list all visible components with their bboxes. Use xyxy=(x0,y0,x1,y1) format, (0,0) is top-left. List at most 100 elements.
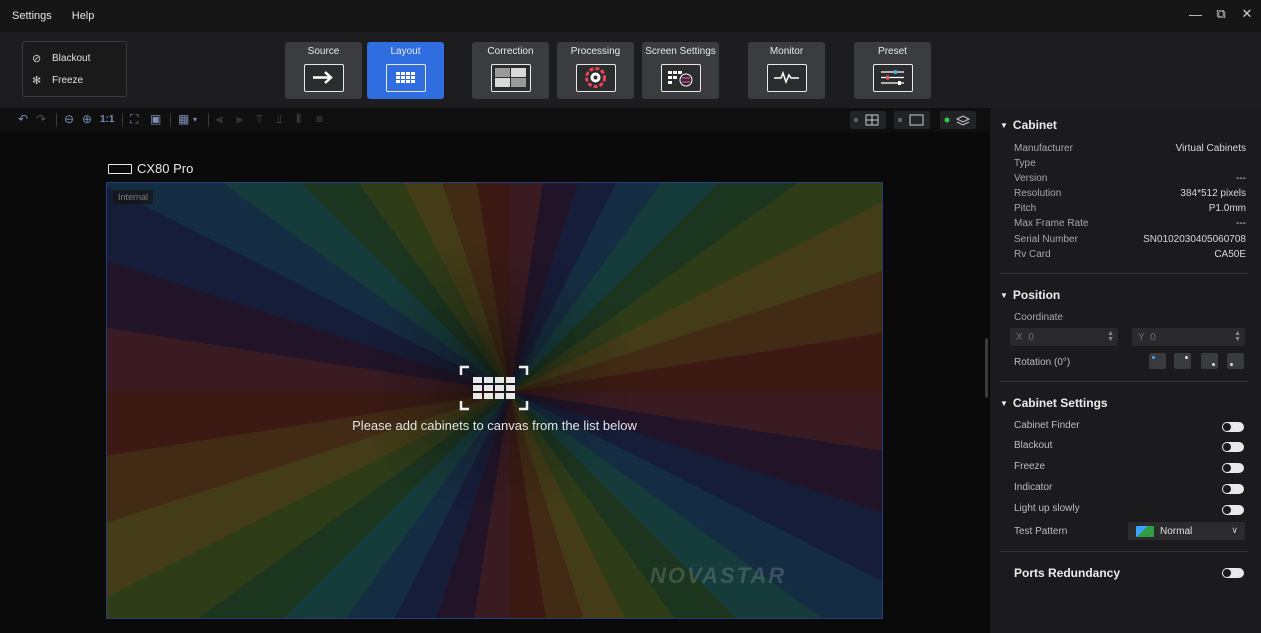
rotation-270-button[interactable] xyxy=(1227,353,1244,369)
blackout-label: Blackout xyxy=(52,52,91,64)
tab-processing[interactable]: Processing xyxy=(557,42,634,99)
view-mode-button-1[interactable] xyxy=(850,111,886,129)
zoom-out-icon[interactable]: ⊖ xyxy=(64,112,74,126)
section-divider xyxy=(1000,551,1248,552)
chevron-down-icon[interactable]: ▾ xyxy=(193,115,197,124)
ports-redundancy-label: Ports Redundancy xyxy=(1014,566,1121,580)
undo-icon[interactable]: ↶ xyxy=(18,112,28,126)
freeze-label: Freeze xyxy=(52,74,84,86)
ports-redundancy-toggle[interactable] xyxy=(1222,568,1244,578)
prop-pitch: Pitch P1.0mm xyxy=(1014,203,1246,214)
section-divider xyxy=(1000,273,1248,274)
sliders-icon xyxy=(872,64,913,92)
window-controls: — ⧉ ✕ xyxy=(1189,6,1253,22)
controller-device-icon xyxy=(108,163,132,174)
align-top-icon[interactable]: ⫪ xyxy=(256,112,263,127)
prop-key: Serial Number xyxy=(1014,234,1078,245)
redo-icon[interactable]: ↷ xyxy=(36,112,46,126)
menu-help[interactable]: Help xyxy=(62,10,105,22)
align-bottom-icon[interactable]: ⫫ xyxy=(276,112,283,127)
blackout-icon: ⊘ xyxy=(32,52,42,65)
fit-selection-icon[interactable]: ▣ xyxy=(150,112,161,126)
tab-layout[interactable]: Layout xyxy=(367,42,444,99)
cabinet-section-header[interactable]: ▼ Cabinet xyxy=(1000,118,1057,132)
prop-type: Type xyxy=(1014,158,1246,169)
freeze-toggle[interactable] xyxy=(1222,463,1244,473)
restore-icon[interactable]: ⧉ xyxy=(1215,6,1227,22)
properties-panel xyxy=(990,108,1261,633)
light-up-slowly-toggle[interactable] xyxy=(1222,505,1244,515)
tab-screen-settings[interactable]: Screen Settings xyxy=(642,42,719,99)
tab-monitor[interactable]: Monitor xyxy=(748,42,825,99)
align-right-icon[interactable]: ⫸ xyxy=(236,112,243,127)
prop-rv-card: Rv Card CA50E xyxy=(1014,249,1246,260)
zoom-actual-size-button[interactable]: 1:1 xyxy=(100,114,114,125)
toolbar-separator xyxy=(56,113,57,127)
setting-indicator-label: Indicator xyxy=(1014,482,1053,493)
grid-icon xyxy=(385,64,426,92)
toolbar-separator xyxy=(170,113,171,127)
tab-preset[interactable]: Preset xyxy=(854,42,931,99)
prop-key: Resolution xyxy=(1014,188,1062,199)
position-section-header[interactable]: ▼ Position xyxy=(1000,288,1060,302)
tab-label: Layout xyxy=(390,46,421,57)
y-axis-label: Y xyxy=(1138,331,1145,343)
blackout-toggle[interactable] xyxy=(1222,442,1244,452)
tab-source[interactable]: Source xyxy=(285,42,362,99)
section-divider xyxy=(1000,381,1248,382)
blackout-button[interactable]: ⊘ Blackout xyxy=(23,48,126,68)
monitor-pulse-icon xyxy=(766,64,807,92)
zoom-in-icon[interactable]: ⊕ xyxy=(82,112,92,126)
spinner-icon[interactable]: ▲ ▼ xyxy=(1234,330,1241,343)
setting-freeze-label: Freeze xyxy=(1014,461,1046,472)
rotation-0-button[interactable] xyxy=(1149,353,1166,369)
cabinet-settings-section-header[interactable]: ▼ Cabinet Settings xyxy=(1000,396,1108,410)
tab-label: Processing xyxy=(570,46,621,57)
coordinate-label: Coordinate xyxy=(1014,312,1063,323)
tab-label: Preset xyxy=(878,46,907,57)
tab-correction[interactable]: Correction xyxy=(472,42,549,99)
rotation-label: Rotation (0°) xyxy=(1014,357,1071,368)
freeze-button[interactable]: ✻ Freeze xyxy=(23,70,126,90)
chevron-down-icon: ∨ xyxy=(1231,525,1238,535)
top-toolbar: ⊘ Blackout ✻ Freeze Source Layout Correc… xyxy=(0,32,1261,108)
canvas-scrollbar[interactable] xyxy=(985,338,988,398)
rotation-90-button[interactable] xyxy=(1174,353,1191,369)
prop-resolution: Resolution 384*512 pixels xyxy=(1014,188,1246,199)
close-icon[interactable]: ✕ xyxy=(1241,6,1253,22)
prop-key: Version xyxy=(1014,173,1048,184)
grid-view-icon[interactable]: ▦ xyxy=(178,112,189,126)
prop-key: Type xyxy=(1014,158,1036,169)
toolbar-separator xyxy=(208,113,209,127)
indicator-toggle[interactable] xyxy=(1222,484,1244,494)
prop-value: Virtual Cabinets xyxy=(1175,143,1246,154)
tab-label: Monitor xyxy=(769,46,804,57)
distribute-vertical-icon[interactable]: ≡ xyxy=(316,112,323,126)
caret-down-icon: ▼ xyxy=(1000,291,1008,300)
layers-toggle-button[interactable] xyxy=(940,111,976,129)
prop-key: Rv Card xyxy=(1014,249,1051,260)
distribute-horizontal-icon[interactable]: ⦀ xyxy=(296,112,301,127)
caret-down-icon: ▼ xyxy=(1000,399,1008,408)
coordinate-y-input[interactable]: Y 0 ▲ ▼ xyxy=(1132,328,1245,346)
menu-settings[interactable]: Settings xyxy=(0,10,62,22)
prop-key: Manufacturer xyxy=(1014,143,1073,154)
fit-screen-icon[interactable]: ⛶ xyxy=(130,112,138,127)
screen-settings-icon xyxy=(660,64,701,92)
novastar-watermark: NOVASTAR xyxy=(650,563,787,588)
arrow-right-icon xyxy=(303,64,344,92)
rotation-180-button[interactable] xyxy=(1201,353,1218,369)
align-left-icon[interactable]: ⫷ xyxy=(216,112,223,127)
view-mode-button-2[interactable] xyxy=(894,111,930,129)
color-wheel-icon xyxy=(575,64,616,92)
tab-label: Correction xyxy=(487,46,534,57)
setting-blackout-label: Blackout xyxy=(1014,440,1053,451)
prop-value: --- xyxy=(1236,218,1246,229)
test-pattern-select[interactable]: Normal ∨ xyxy=(1128,522,1245,540)
screen-source-tag: Internal xyxy=(113,190,154,204)
prop-key: Pitch xyxy=(1014,203,1037,214)
spinner-icon[interactable]: ▲ ▼ xyxy=(1107,330,1114,343)
minimize-icon[interactable]: — xyxy=(1189,7,1202,22)
cabinet-finder-toggle[interactable] xyxy=(1222,422,1244,432)
coordinate-x-input[interactable]: X 0 ▲ ▼ xyxy=(1010,328,1118,346)
